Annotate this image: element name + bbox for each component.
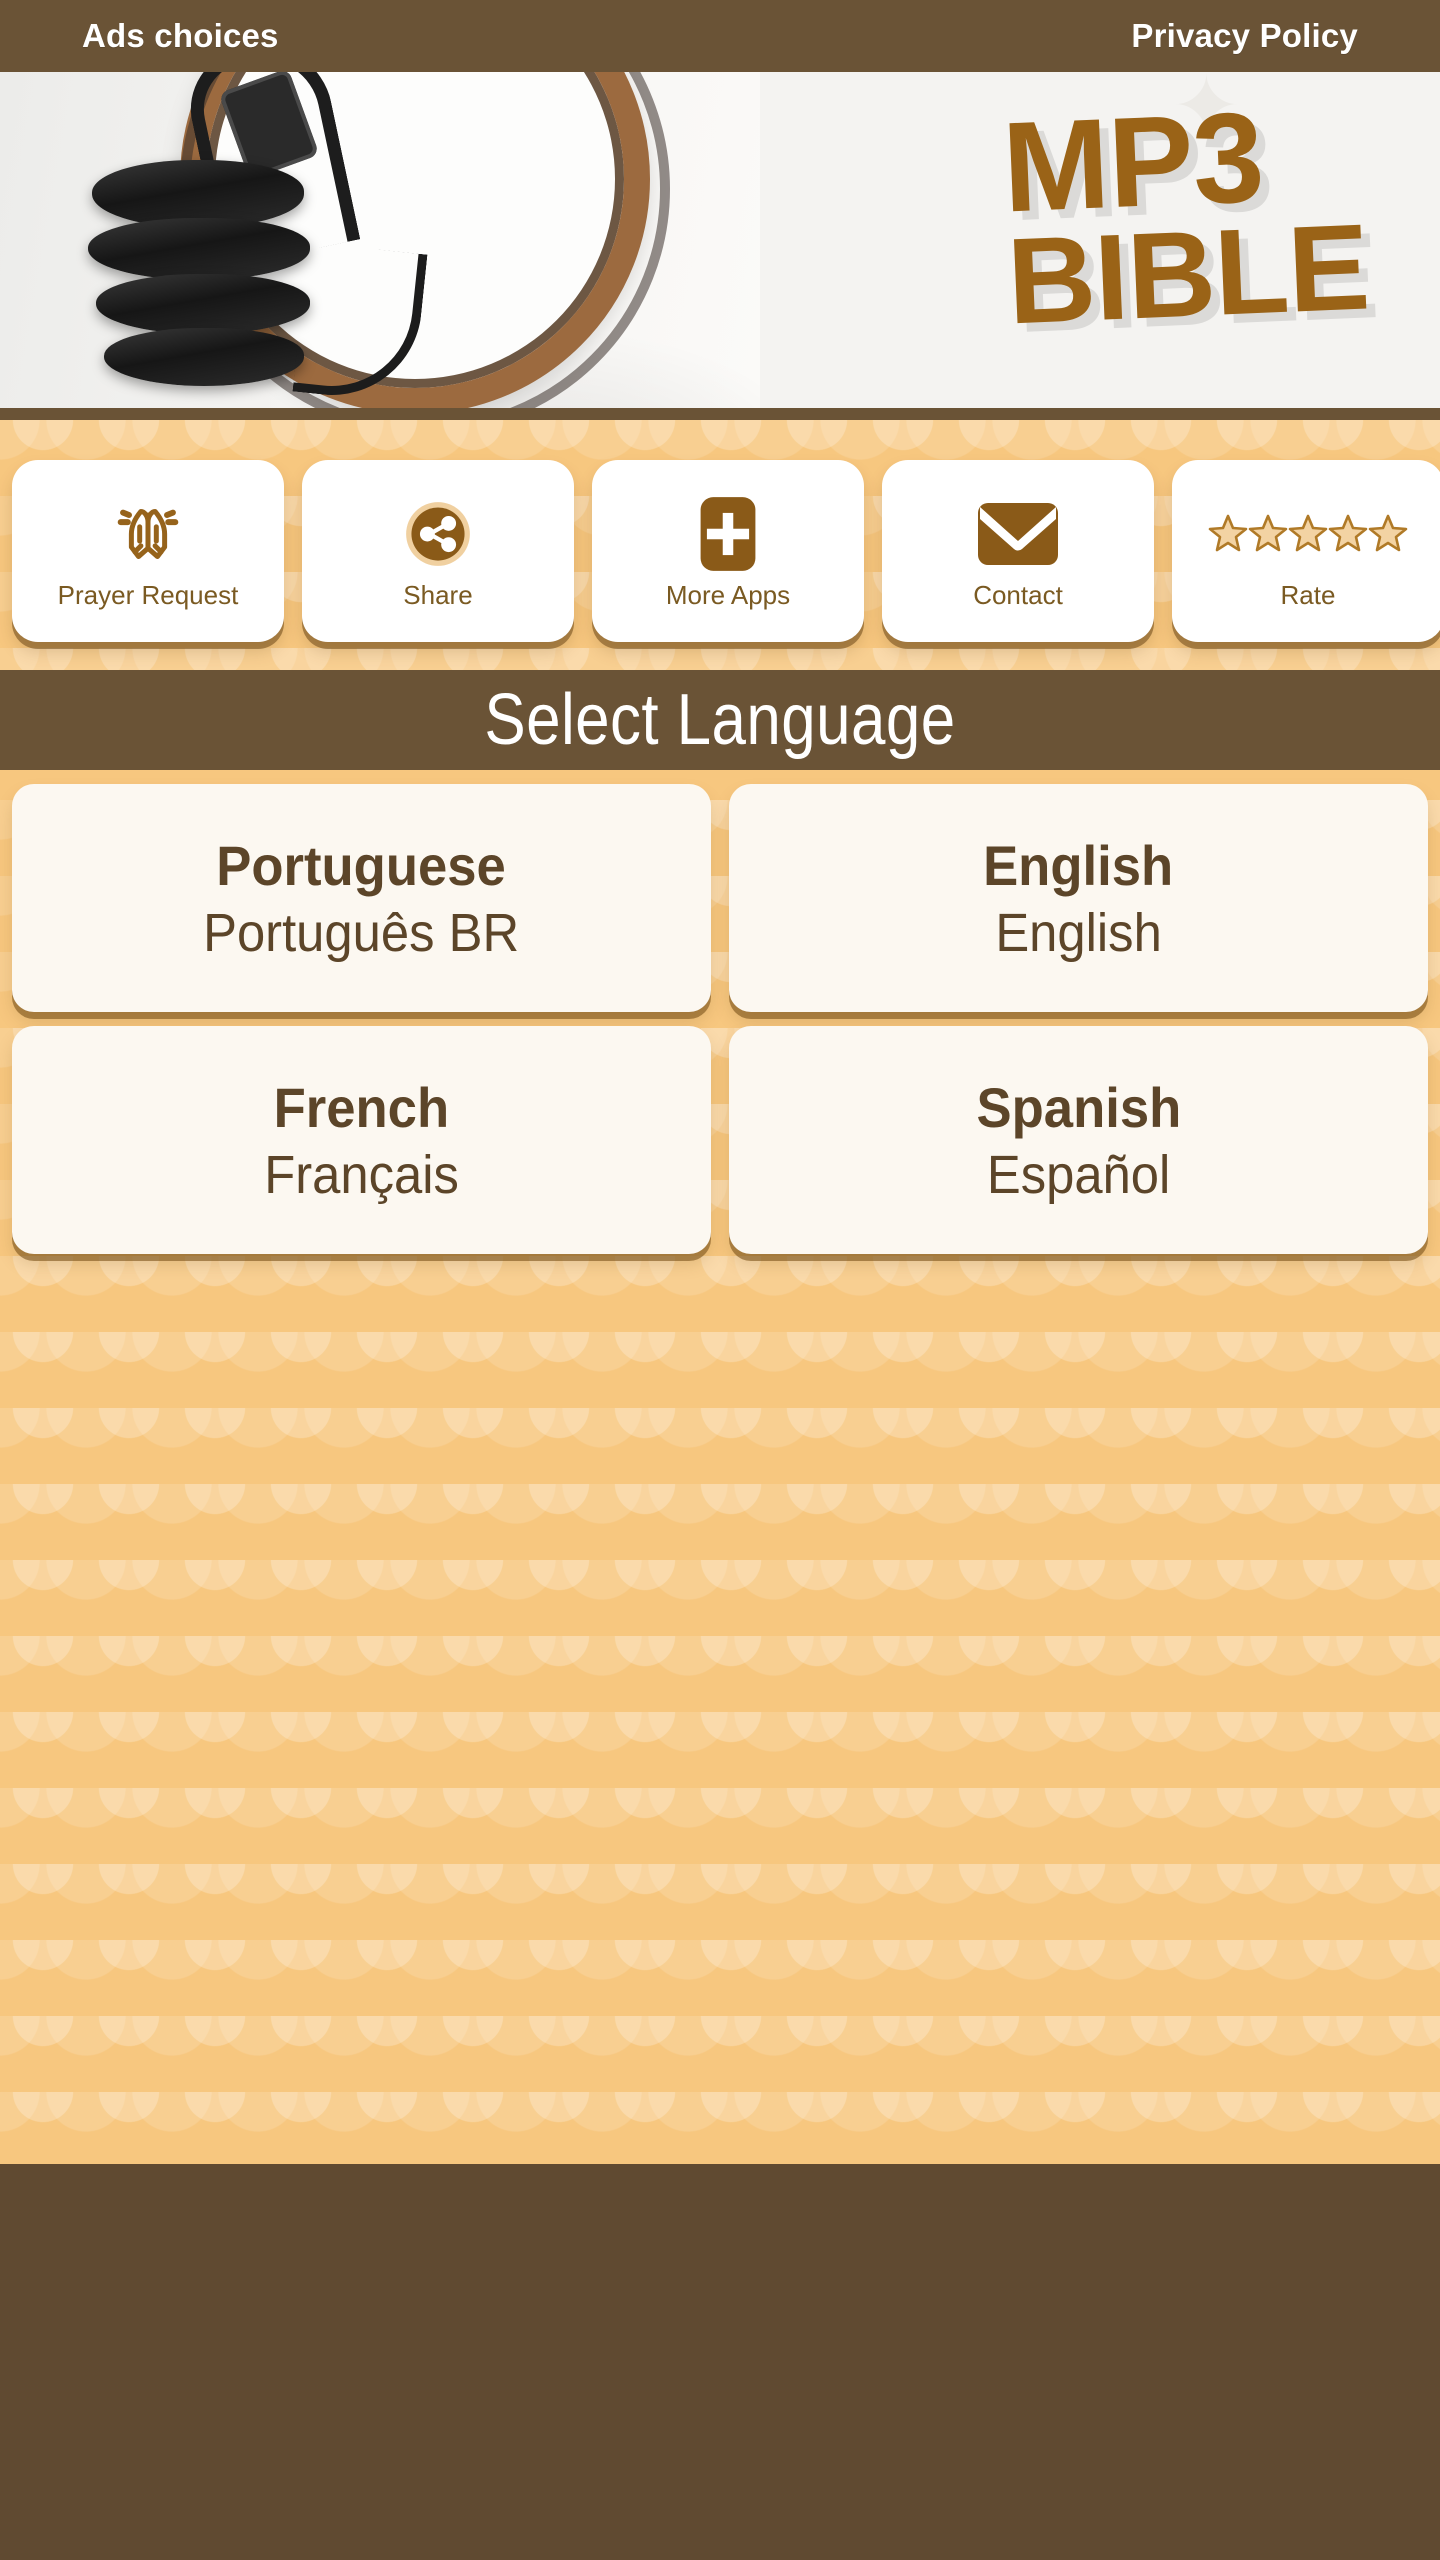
language-option-french[interactable]: French Français (12, 1026, 711, 1254)
prayer-request-label: Prayer Request (57, 579, 239, 610)
language-name: Spanish (976, 1075, 1181, 1139)
rate-label: Rate (1280, 579, 1336, 610)
language-name: French (273, 1075, 450, 1139)
rate-button[interactable]: Rate (1172, 460, 1440, 642)
language-native-name: English (995, 902, 1162, 963)
language-option-spanish[interactable]: Spanish Español (729, 1026, 1428, 1254)
language-grid: Portuguese Português BR English English … (0, 770, 1440, 1254)
language-name: English (983, 833, 1174, 897)
more-apps-button[interactable]: More Apps (592, 460, 864, 642)
ads-bar: Ads choices Privacy Policy (0, 0, 1440, 72)
app-banner: ✦ MP3 BIBLE (0, 72, 1440, 408)
app-screen: Ads choices Privacy Policy ✦ MP3 BIBLE P… (0, 0, 1440, 2560)
language-option-english[interactable]: English English (729, 784, 1428, 1012)
share-label: Share (403, 579, 473, 610)
select-language-header: Select Language (0, 670, 1440, 770)
share-button[interactable]: Share (302, 460, 574, 642)
ads-choices-link[interactable]: Ads choices (82, 17, 279, 55)
stars-icon (1208, 492, 1408, 576)
page-title: Select Language (484, 680, 956, 760)
plus-icon (694, 492, 762, 576)
praying-hands-icon (110, 492, 186, 576)
logo-line-bible: BIBLE (1004, 198, 1372, 350)
bottom-area (0, 2164, 1440, 2560)
headphone-cushion-icon (104, 328, 304, 386)
prayer-request-button[interactable]: Prayer Request (12, 460, 284, 642)
content-area: Prayer Request Share More Apps Contact R… (0, 420, 1440, 2164)
app-logo: MP3 BIBLE (1000, 86, 1372, 350)
share-icon (404, 492, 472, 576)
language-native-name: Français (264, 1144, 459, 1205)
contact-label: Contact (973, 579, 1063, 610)
action-toolbar: Prayer Request Share More Apps Contact R… (0, 420, 1440, 670)
language-name: Portuguese (216, 833, 507, 897)
language-native-name: Español (986, 1144, 1171, 1205)
envelope-icon (976, 492, 1060, 576)
language-native-name: Português BR (203, 902, 520, 963)
language-option-portuguese[interactable]: Portuguese Português BR (12, 784, 711, 1012)
headphones-photo (0, 72, 760, 408)
contact-button[interactable]: Contact (882, 460, 1154, 642)
more-apps-label: More Apps (665, 579, 791, 610)
banner-divider (0, 408, 1440, 420)
headphone-cushion-icon (88, 218, 310, 280)
headphone-cushion-icon (96, 274, 310, 334)
privacy-policy-link[interactable]: Privacy Policy (1131, 17, 1358, 55)
